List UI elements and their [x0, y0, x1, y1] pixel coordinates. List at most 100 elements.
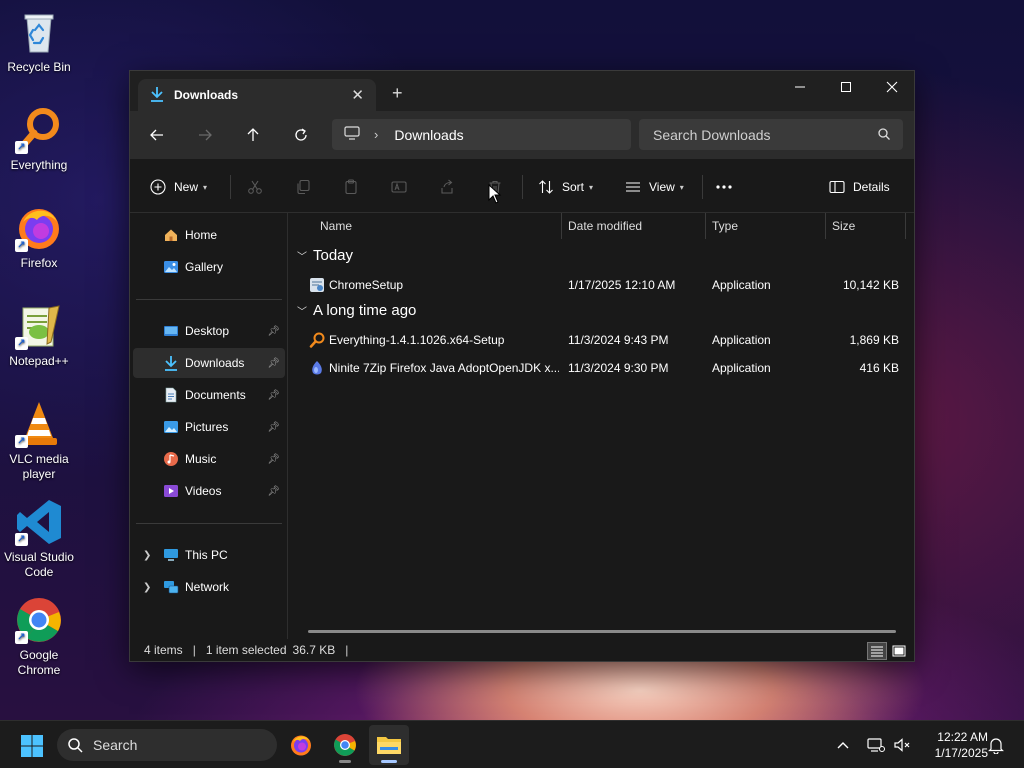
column-header-type[interactable]: Type [712, 213, 738, 239]
nav-item-music[interactable]: Music 📌︎ [133, 444, 285, 474]
column-header-size[interactable]: Size [832, 213, 855, 239]
nav-item-videos[interactable]: Videos 📌︎ [133, 476, 285, 506]
more-options-button[interactable] [715, 176, 733, 198]
nav-item-pictures[interactable]: Pictures 📌︎ [133, 412, 285, 442]
file-row[interactable]: Ninite 7Zip Firefox Java AdoptOpenJDK x.… [289, 354, 914, 382]
up-button[interactable] [241, 123, 265, 147]
status-selected: 1 item selected [205, 643, 287, 657]
sort-button[interactable]: Sort ▾ [538, 176, 593, 198]
nav-item-this-pc[interactable]: ❯ This PC [133, 540, 285, 570]
column-header-name[interactable]: Name [320, 213, 352, 239]
plus-circle-icon [150, 179, 166, 195]
nav-item-documents[interactable]: Documents 📌︎ [133, 380, 285, 410]
file-row[interactable]: ChromeSetup 1/17/2025 12:10 AM Applicati… [289, 271, 914, 299]
chevron-right-icon[interactable]: ❯ [143, 550, 151, 561]
nav-divider [136, 299, 282, 300]
speaker-muted-icon [894, 738, 910, 752]
column-separator[interactable] [561, 213, 562, 239]
nav-item-desktop[interactable]: Desktop 📌︎ [133, 316, 285, 346]
nav-item-gallery[interactable]: Gallery [133, 252, 285, 282]
start-button[interactable] [20, 734, 44, 761]
clock[interactable]: 12:22 AM 1/17/2025 [918, 729, 988, 761]
view-label: View [649, 180, 675, 194]
chevron-down-icon: ▾ [679, 182, 684, 192]
firefox-icon: ↗ [15, 204, 63, 252]
rename-icon [391, 181, 407, 193]
breadcrumb-downloads[interactable]: Downloads [394, 127, 463, 143]
view-button[interactable]: View ▾ [625, 176, 684, 198]
show-hidden-icons-button[interactable] [836, 721, 850, 768]
ellipsis-icon [716, 185, 732, 189]
taskbar-firefox[interactable] [281, 725, 321, 765]
nav-label: Music [185, 452, 217, 466]
search-input[interactable]: Search Downloads [639, 119, 903, 150]
nav-label: Pictures [185, 420, 229, 434]
column-header-date[interactable]: Date modified [568, 213, 642, 239]
minimize-button[interactable] [777, 71, 823, 103]
pin-icon[interactable]: 📌︎ [267, 390, 280, 401]
shortcut-arrow-icon: ↗ [15, 239, 28, 252]
pin-icon[interactable]: 📌︎ [267, 358, 280, 369]
copy-button[interactable] [295, 176, 311, 198]
column-separator[interactable] [905, 213, 906, 239]
new-button[interactable]: New ▾ [150, 176, 207, 198]
nav-item-network[interactable]: ❯ Network [133, 572, 285, 602]
nav-label: Videos [185, 484, 222, 498]
cut-button[interactable] [247, 176, 263, 198]
back-button[interactable] [145, 123, 169, 147]
desktop-icon-everything[interactable]: ↗ Everything [2, 106, 76, 173]
details-view-toggle[interactable] [867, 642, 887, 660]
column-separator[interactable] [825, 213, 826, 239]
tiles-view-toggle[interactable] [889, 642, 909, 660]
taskbar-file-explorer[interactable] [369, 725, 409, 765]
desktop-icon-recycle-bin[interactable]: Recycle Bin [2, 8, 76, 75]
arrow-right-icon [199, 129, 212, 141]
list-view-icon [626, 182, 640, 192]
network-icon [163, 579, 179, 595]
network-status-button[interactable] [867, 721, 885, 768]
close-window-button[interactable] [869, 71, 915, 103]
desktop-icon-chrome[interactable]: ↗ Google Chrome [2, 596, 76, 678]
nav-label: Desktop [185, 324, 230, 338]
pin-icon[interactable]: 📌︎ [267, 422, 280, 433]
this-pc-icon [163, 547, 179, 563]
pin-icon[interactable]: 📌︎ [267, 326, 280, 337]
desktop-icon-vlc[interactable]: ↗ VLC media player [2, 400, 76, 482]
paste-button[interactable] [343, 176, 359, 198]
file-name: Ninite 7Zip Firefox Java AdoptOpenJDK x.… [329, 361, 559, 375]
maximize-button[interactable] [823, 71, 869, 103]
nav-item-home[interactable]: Home [133, 220, 285, 250]
everything-icon: ↗ [15, 106, 63, 154]
volume-button[interactable] [893, 721, 911, 768]
desktop-icon-label: Visual Studio Code [4, 550, 74, 579]
forward-button[interactable] [193, 123, 217, 147]
column-label: Name [320, 219, 353, 233]
column-separator[interactable] [705, 213, 706, 239]
notifications-button[interactable] [988, 721, 1004, 768]
rename-button[interactable] [391, 176, 407, 198]
desktop-icon-label: Recycle Bin [7, 60, 71, 74]
refresh-button[interactable] [289, 123, 313, 147]
tab-downloads[interactable]: Downloads ✕ [138, 79, 376, 111]
taskbar-chrome[interactable] [325, 725, 365, 765]
group-header-today[interactable]: ﹀ Today [297, 247, 353, 264]
taskbar-search-box[interactable]: Search [57, 729, 277, 761]
details-pane-button[interactable]: Details [829, 176, 890, 198]
file-row[interactable]: Everything-1.4.1.1026.x64-Setup 11/3/202… [289, 326, 914, 354]
chevron-right-icon[interactable]: ❯ [143, 582, 151, 593]
nav-item-downloads[interactable]: Downloads 📌︎ [133, 348, 285, 378]
address-bar[interactable]: › Downloads [332, 119, 631, 150]
share-button[interactable] [439, 176, 455, 198]
close-tab-icon[interactable]: ✕ [351, 86, 364, 104]
desktop-icon-firefox[interactable]: ↗ Firefox [2, 204, 76, 271]
group-header-a-long-time-ago[interactable]: ﹀ A long time ago [297, 302, 416, 319]
pin-icon[interactable]: 📌︎ [267, 454, 280, 465]
desktop-icon-notepad-plus-plus[interactable]: ↗ Notepad++ [2, 302, 76, 369]
chevron-down-icon: ▾ [589, 182, 594, 192]
vscode-icon: ↗ [15, 498, 63, 546]
search-placeholder: Search Downloads [653, 126, 771, 143]
new-tab-button[interactable]: + [392, 83, 403, 104]
horizontal-scrollbar[interactable] [308, 630, 896, 633]
pin-icon[interactable]: 📌︎ [267, 486, 280, 497]
desktop-icon-vscode[interactable]: ↗ Visual Studio Code [2, 498, 76, 580]
